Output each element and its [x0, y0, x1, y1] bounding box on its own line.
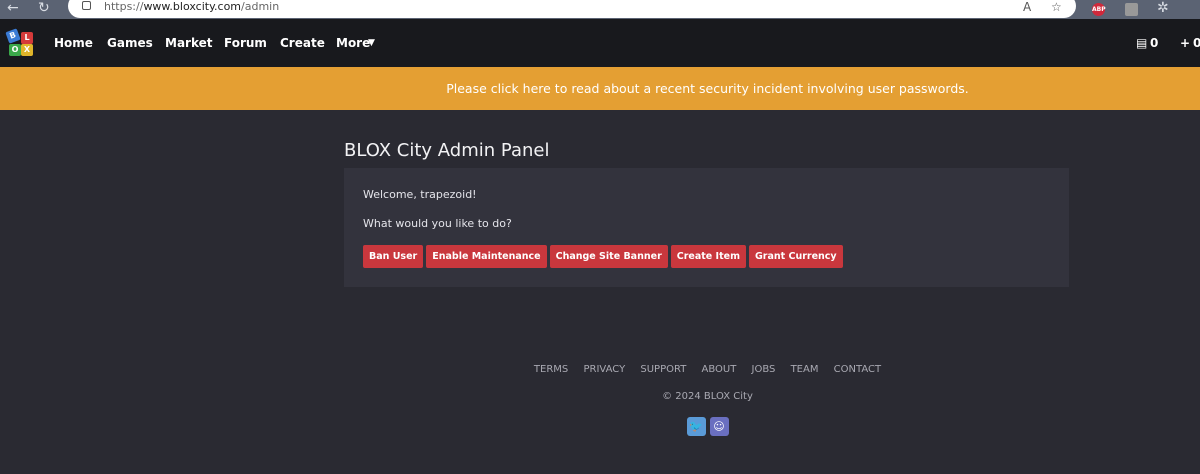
top-nav: B L O X Home Games Market Forum Create M…	[0, 19, 1200, 67]
footer-jobs[interactable]: JOBS	[752, 364, 776, 375]
grant-currency-button[interactable]: Grant Currency	[748, 245, 843, 268]
logo-letter: X	[21, 44, 33, 56]
reload-icon[interactable]: ↻	[38, 0, 50, 17]
nav-create[interactable]: Create	[280, 36, 325, 50]
nav-forum[interactable]: Forum	[224, 36, 267, 50]
caret-down-icon[interactable]: ▼	[368, 38, 375, 48]
adblock-icon[interactable]: ABP	[1092, 3, 1106, 16]
footer-terms[interactable]: TERMS	[534, 364, 568, 375]
nav-market[interactable]: Market	[165, 36, 213, 50]
logo-letter: L	[21, 32, 33, 44]
address-bar[interactable]: https://www.bloxcity.com/admin A ☆	[68, 0, 1076, 18]
nav-games[interactable]: Games	[107, 36, 153, 50]
security-banner[interactable]: Please click here to read about a recent…	[0, 67, 1200, 110]
enable-maintenance-button[interactable]: Enable Maintenance	[426, 245, 547, 268]
admin-panel: Welcome, trapezoid! What would you like …	[344, 168, 1069, 287]
footer-links: TERMS PRIVACY SUPPORT ABOUT JOBS TEAM CO…	[0, 364, 1200, 375]
footer-privacy[interactable]: PRIVACY	[583, 364, 625, 375]
friend-requests-count[interactable]: 0	[1193, 36, 1200, 50]
blox-logo[interactable]: B L O X	[5, 28, 34, 57]
friend-requests-icon[interactable]: +	[1180, 36, 1190, 50]
favorite-star-icon[interactable]: ☆	[1051, 0, 1062, 14]
messages-icon[interactable]: ▤	[1136, 36, 1147, 50]
logo-letter: O	[9, 44, 21, 56]
back-icon[interactable]: ←	[7, 0, 19, 17]
ban-user-button[interactable]: Ban User	[363, 245, 424, 268]
copyright: © 2024 BLOX City	[662, 391, 753, 402]
create-item-button[interactable]: Create Item	[670, 245, 746, 268]
prompt-text: What would you like to do?	[363, 217, 512, 230]
footer-about[interactable]: ABOUT	[702, 364, 737, 375]
extensions-puzzle-icon[interactable]: ✲	[1157, 0, 1169, 17]
messages-count[interactable]: 0	[1150, 36, 1158, 50]
read-aloud-icon[interactable]: A	[1023, 0, 1031, 14]
footer-contact[interactable]: CONTACT	[834, 364, 881, 375]
url-text: https://www.bloxcity.com/admin	[104, 0, 280, 13]
twitter-icon[interactable]: 🐦	[686, 417, 706, 436]
nav-home[interactable]: Home	[54, 36, 93, 50]
footer-support[interactable]: SUPPORT	[640, 364, 686, 375]
page-title: BLOX City Admin Panel	[344, 140, 550, 161]
discord-icon[interactable]: ☺	[709, 417, 729, 436]
change-site-banner-button[interactable]: Change Site Banner	[549, 245, 668, 268]
nav-more[interactable]: More	[336, 36, 370, 50]
lock-icon	[82, 1, 91, 10]
browser-toolbar: ← ↻ https://www.bloxcity.com/admin A ☆ A…	[0, 0, 1200, 19]
extension-icon[interactable]	[1125, 3, 1138, 16]
social-links: 🐦 ☺	[0, 417, 1200, 436]
welcome-text: Welcome, trapezoid!	[363, 188, 477, 201]
footer-team[interactable]: TEAM	[791, 364, 819, 375]
logo-letter: B	[5, 28, 21, 44]
